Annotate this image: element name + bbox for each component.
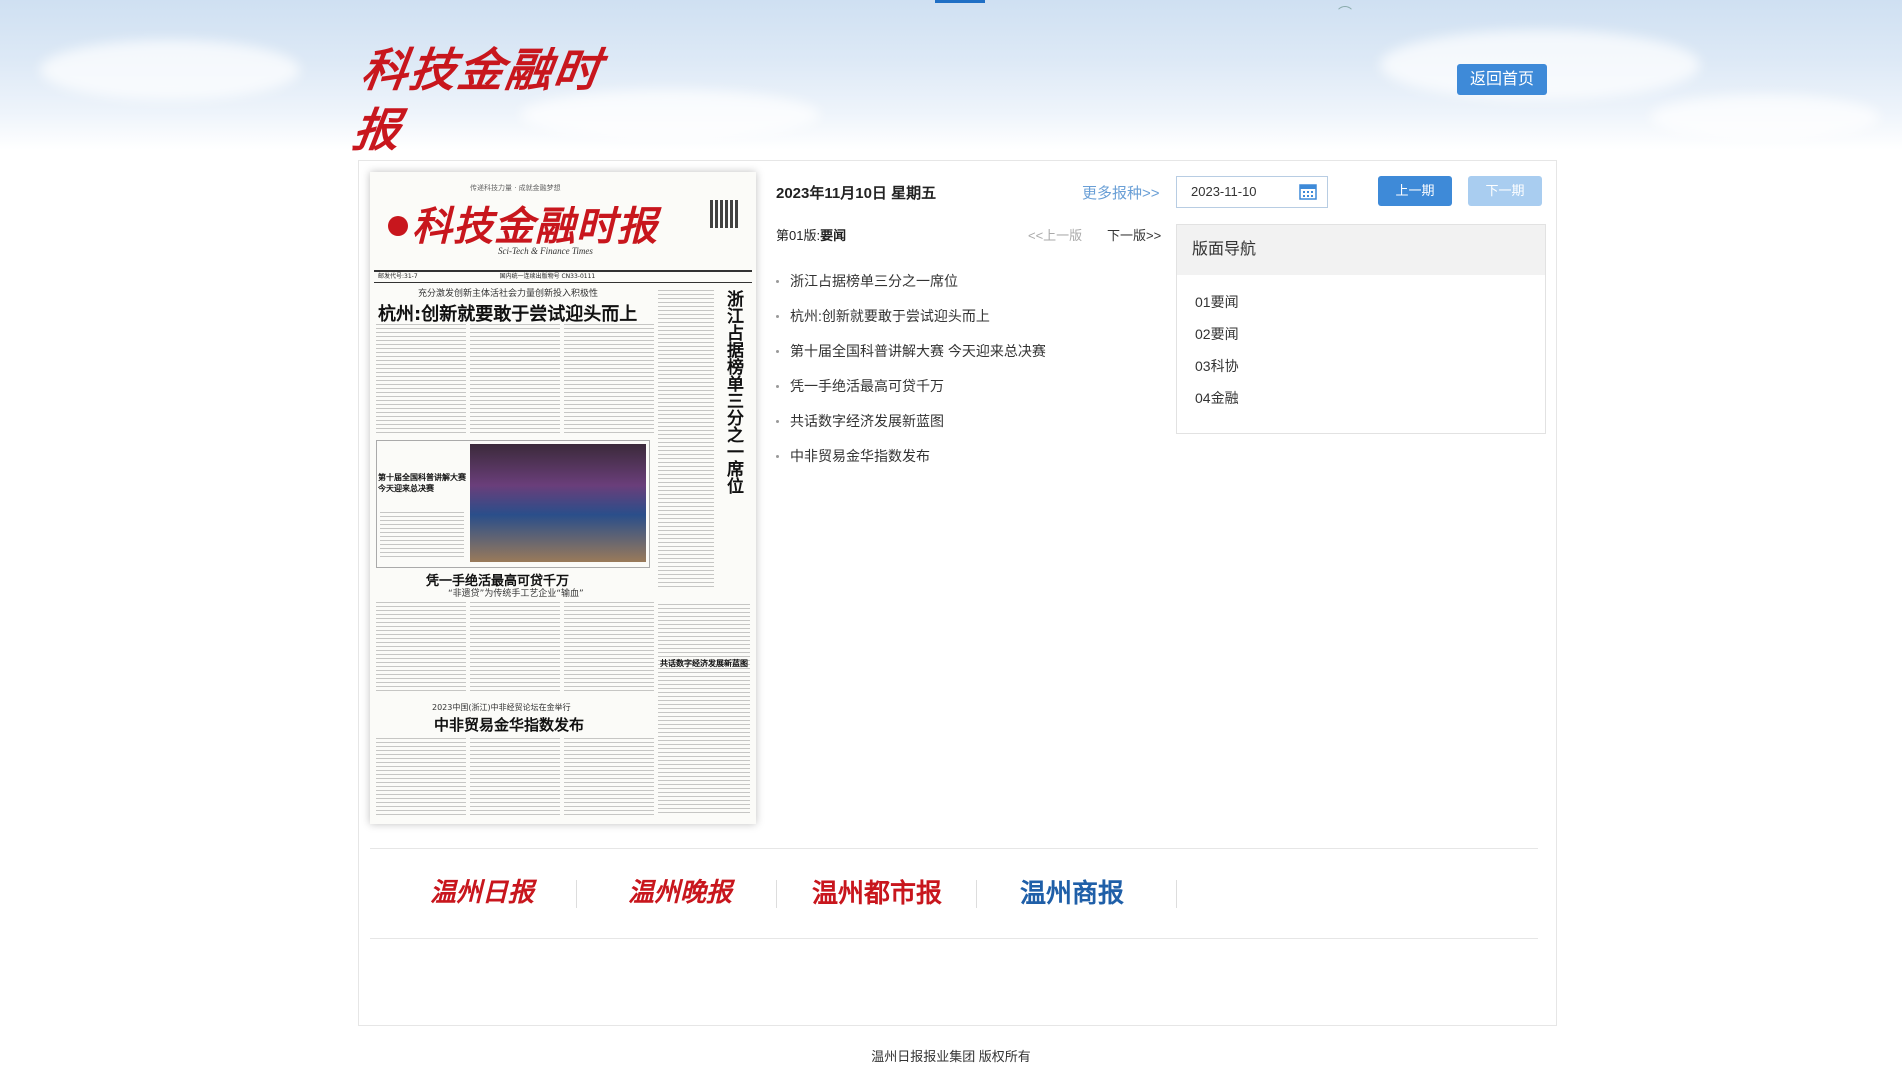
partner-logo-wenzhou-business[interactable]: 温州商报 — [1020, 873, 1124, 913]
site-logo[interactable]: 科技金融时报 — [350, 40, 636, 157]
more-newspapers-link[interactable]: 更多报种>> — [1082, 182, 1160, 203]
partner-separator — [576, 880, 577, 908]
article-text-block — [376, 602, 466, 692]
paper-vertical-headline[interactable]: 浙江占据榜单三分之一席位 — [722, 290, 744, 494]
calendar-icon[interactable] — [1299, 183, 1317, 200]
paper-kicker-3: 2023中国(浙江)中非经贸论坛在金举行 — [432, 703, 571, 712]
article-link[interactable]: 第十届全国科普讲解大赛 今天迎来总决赛 — [776, 340, 1136, 375]
next-issue-button[interactable]: 下一期 — [1468, 176, 1542, 206]
article-text-block — [380, 512, 464, 558]
edition-title: 第01版:要闻 — [776, 225, 846, 244]
page-navigation-panel: 版面导航 01要闻 02要闻 03科协 04金融 — [1176, 224, 1546, 434]
page-nav-item[interactable]: 03科协 — [1177, 353, 1545, 385]
paper-slogan: 传递科技力量 · 成就金融梦想 — [470, 184, 561, 192]
home-button[interactable]: 返回首页 — [1457, 64, 1547, 95]
partner-separator — [776, 880, 777, 908]
stage-photo[interactable] — [470, 444, 646, 562]
partner-separator — [1176, 880, 1177, 908]
paper-headline-1[interactable]: 杭州:创新就要敢于尝试迎头而上 — [378, 300, 637, 326]
header-sky-background — [0, 0, 1902, 150]
previous-edition-link[interactable]: <<上一版 — [1028, 225, 1082, 244]
partner-separator — [976, 880, 977, 908]
article-text-block — [376, 738, 466, 818]
paper-masthead: 科技金融时报 — [412, 203, 658, 250]
partner-logo-wenzhou-evening[interactable]: 温州晚报 — [628, 873, 732, 913]
page-navigation-list: 01要闻 02要闻 03科协 04金融 — [1177, 289, 1545, 417]
article-text-block — [470, 324, 560, 434]
article-link[interactable]: 浙江占据榜单三分之一席位 — [776, 270, 1136, 305]
page-navigation-title: 版面导航 — [1177, 225, 1545, 275]
article-text-block — [376, 324, 466, 434]
article-text-block — [564, 602, 654, 692]
paper-kicker-1: 充分激发创新主体活社会力量创新投入积极性 — [418, 289, 599, 299]
paper-info-bar: 邮发代号:31-7 国内统一连续出版物号 CN33-0111 — [374, 270, 752, 283]
article-text-block — [564, 324, 654, 434]
partner-logo-wenzhou-metropolis[interactable]: 温州都市报 — [812, 873, 942, 913]
article-list: 浙江占据榜单三分之一席位 杭州:创新就要敢于尝试迎头而上 第十届全国科普讲解大赛… — [776, 270, 1136, 480]
paper-subhead-2: “非遗贷”为传统手工艺企业“输血” — [448, 589, 584, 599]
paper-emblem-icon — [388, 216, 408, 236]
paper-postal-code: 邮发代号:31-7 — [378, 273, 418, 280]
partner-logo-wenzhou-daily[interactable]: 温州日报 — [430, 873, 534, 913]
article-link[interactable]: 共话数字经济发展新蓝图 — [776, 410, 1136, 445]
previous-issue-button[interactable]: 上一期 — [1378, 176, 1452, 206]
divider — [370, 938, 1538, 939]
edition-name: 要闻 — [820, 228, 847, 243]
article-text-block — [658, 604, 750, 814]
photo-caption: 第十届全国科普讲解大赛今天迎来总决赛 — [378, 473, 466, 493]
page-nav-item[interactable]: 04金融 — [1177, 385, 1545, 417]
article-text-block — [470, 602, 560, 692]
article-text-block — [470, 738, 560, 818]
bird-icon: ⌒ — [1338, 6, 1352, 22]
side-article-title[interactable]: 共话数字经济发展新蓝图 — [660, 658, 748, 669]
page-nav-item[interactable]: 02要闻 — [1177, 321, 1545, 353]
paper-headline-3[interactable]: 中非贸易金华指数发布 — [434, 714, 584, 735]
issue-date: 2023年11月10日 星期五 — [776, 185, 937, 202]
article-link[interactable]: 中非贸易金华指数发布 — [776, 445, 1136, 480]
article-link[interactable]: 杭州:创新就要敢于尝试迎头而上 — [776, 305, 1136, 340]
top-accent-bar — [935, 0, 985, 3]
article-text-block — [658, 290, 714, 590]
newspaper-page-image[interactable]: 传递科技力量 · 成就金融梦想 科技金融时报 Sci-Tech & Financ… — [370, 172, 756, 824]
copyright-footer: 温州日报报业集团 版权所有 — [871, 1049, 1031, 1064]
paper-cn-number: 国内统一连续出版物号 CN33-0111 — [499, 273, 596, 280]
paper-masthead-english: Sci-Tech & Finance Times — [498, 246, 593, 256]
next-edition-link[interactable]: 下一版>> — [1107, 225, 1161, 244]
divider — [370, 848, 1538, 849]
qr-code-icon — [710, 200, 738, 228]
edition-label: 第01版: — [776, 228, 821, 243]
page-nav-item[interactable]: 01要闻 — [1177, 289, 1545, 321]
article-link[interactable]: 凭一手绝活最高可贷千万 — [776, 375, 1136, 410]
article-text-block — [564, 738, 654, 818]
